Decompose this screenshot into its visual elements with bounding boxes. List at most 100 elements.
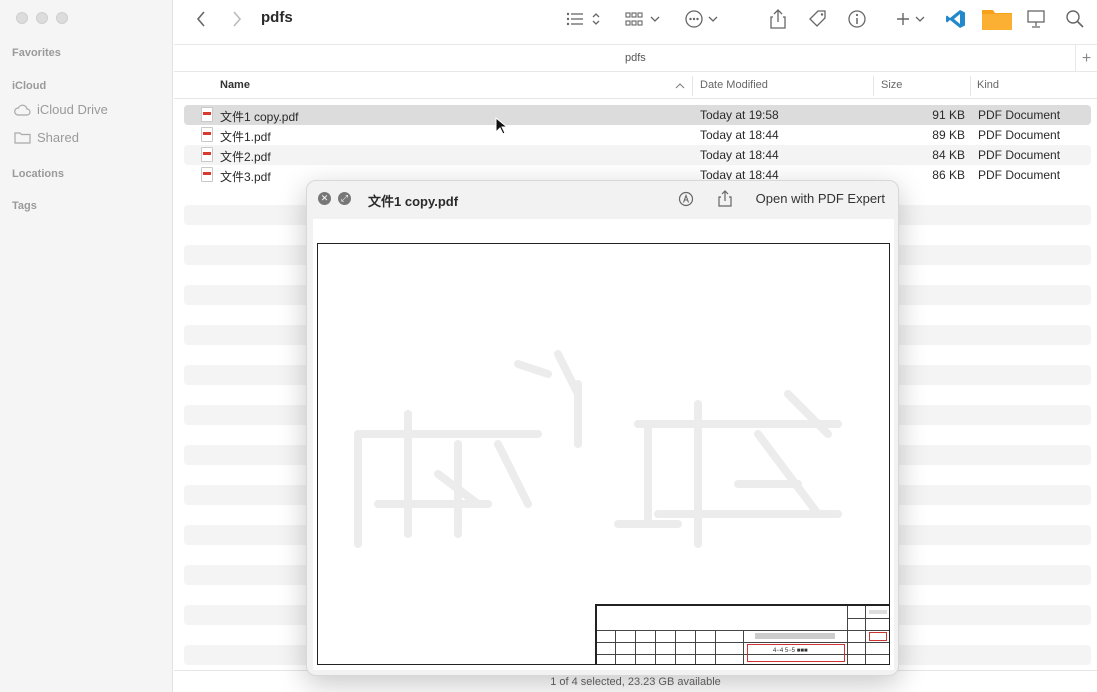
pdf-file-icon — [201, 167, 213, 182]
column-separator[interactable] — [873, 76, 874, 96]
file-size: 86 KB — [932, 168, 965, 182]
column-separator[interactable] — [692, 76, 693, 96]
grid-group-icon — [625, 12, 660, 26]
file-row[interactable]: 文件1 copy.pdf Today at 19:58 91 KB PDF Do… — [184, 105, 1091, 125]
minimize-button[interactable] — [36, 12, 48, 24]
sidebar-item-icloud-drive[interactable]: iCloud Drive — [14, 102, 108, 117]
sidebar-item-shared[interactable]: Shared — [14, 130, 79, 145]
markup-icon[interactable] — [678, 191, 694, 207]
engineering-drawing: 4−4 5−5 ■■■ — [317, 243, 890, 665]
file-name: 文件1 copy.pdf — [220, 110, 299, 124]
tag-icon — [809, 10, 826, 27]
file-kind: PDF Document — [978, 168, 1061, 182]
column-date-modified[interactable]: Date Modified — [700, 79, 768, 91]
sidebar-item-label: iCloud Drive — [37, 102, 108, 117]
column-kind[interactable]: Kind — [977, 79, 999, 91]
open-with-pdf-expert-button[interactable]: Open with PDF Expert — [756, 191, 885, 206]
sidebar-item-label: Shared — [37, 130, 79, 145]
title-block-rule — [615, 630, 616, 664]
file-size: 91 KB — [932, 108, 965, 122]
quicklook-close-button[interactable]: ✕ — [318, 192, 331, 205]
shared-folder-icon — [14, 132, 31, 144]
vscode-icon — [946, 10, 965, 28]
blurred-text — [755, 633, 835, 639]
file-kind: PDF Document — [978, 128, 1061, 142]
file-size: 89 KB — [932, 128, 965, 142]
zoom-button[interactable] — [56, 12, 68, 24]
quicklook-title: 文件1 copy.pdf — [368, 194, 459, 209]
pdf-file-icon — [201, 127, 213, 142]
sidebar: Favorites iCloud iCloud Drive Shared Loc… — [0, 0, 173, 692]
title-block-rule — [847, 618, 889, 619]
sidebar-section-icloud: iCloud — [12, 80, 47, 92]
quicklook-titlebar: ✕ ⤢ 文件1 copy.pdf Open with PDF Expert — [307, 181, 898, 217]
tab-bar: pdfs + — [174, 44, 1097, 72]
new-item-button[interactable] — [896, 8, 928, 30]
folder-app-button[interactable] — [981, 8, 1013, 30]
title-block-rule — [865, 606, 866, 664]
title-block-rule — [635, 630, 636, 664]
tags-button[interactable] — [807, 8, 829, 30]
close-button[interactable] — [16, 12, 28, 24]
more-icon — [685, 10, 718, 28]
search-button[interactable] — [1064, 8, 1086, 30]
title-block-rule — [715, 630, 716, 664]
column-name[interactable]: Name — [220, 79, 250, 91]
title-block-rule — [847, 606, 848, 664]
title-block: 4−4 5−5 ■■■ — [595, 604, 889, 664]
cloud-icon — [14, 104, 31, 116]
share-button[interactable] — [768, 8, 788, 30]
file-row[interactable]: 文件1.pdf Today at 18:44 89 KB PDF Documen… — [184, 125, 1091, 145]
window-controls — [16, 12, 68, 24]
title-block-highlight — [869, 632, 887, 641]
info-button[interactable] — [846, 8, 868, 30]
info-icon — [848, 10, 866, 28]
group-button[interactable] — [624, 8, 662, 30]
column-separator[interactable] — [970, 76, 971, 96]
file-kind: PDF Document — [978, 148, 1061, 162]
sidebar-section-locations: Locations — [12, 168, 64, 180]
file-name: 文件3.pdf — [220, 170, 271, 184]
plus-dropdown-icon — [897, 13, 925, 25]
remote-desktop-button[interactable] — [1025, 8, 1047, 30]
drawing-title: 4−4 5−5 ■■■ — [773, 648, 808, 654]
file-kind: PDF Document — [978, 108, 1061, 122]
file-row[interactable]: 文件2.pdf Today at 18:44 84 KB PDF Documen… — [184, 145, 1091, 165]
file-date: Today at 18:44 — [700, 128, 779, 142]
column-header: Name Date Modified Size Kind — [174, 73, 1097, 99]
title-block-rule — [675, 630, 676, 664]
list-view-icon — [566, 12, 600, 26]
window-title: pdfs — [261, 9, 293, 26]
pdf-file-icon — [201, 147, 213, 162]
sort-ascending-icon — [675, 83, 685, 89]
share-icon — [770, 9, 786, 29]
mouse-pointer-icon — [495, 117, 507, 135]
new-tab-button[interactable]: + — [1075, 45, 1097, 72]
quicklook-panel: ✕ ⤢ 文件1 copy.pdf Open with PDF Expert 4−… — [306, 180, 899, 676]
sidebar-section-tags: Tags — [12, 200, 37, 212]
file-name: 文件2.pdf — [220, 150, 271, 164]
title-block-rule — [743, 630, 744, 664]
pdf-file-icon — [201, 107, 213, 122]
search-icon — [1066, 10, 1084, 28]
monitor-icon — [1027, 10, 1045, 28]
column-size[interactable]: Size — [881, 79, 902, 91]
file-name: 文件1.pdf — [220, 130, 271, 144]
faint-drawing-lines — [354, 350, 842, 548]
chevron-left-icon — [196, 11, 205, 27]
title-block-rule — [695, 630, 696, 664]
vscode-app-button[interactable] — [945, 8, 967, 30]
sidebar-section-favorites: Favorites — [12, 47, 61, 59]
tab-pdfs[interactable]: pdfs — [625, 52, 646, 64]
chevron-right-icon — [233, 11, 242, 27]
view-mode-button[interactable] — [565, 8, 603, 30]
share-icon[interactable] — [718, 190, 732, 207]
back-button[interactable] — [193, 8, 209, 30]
action-button[interactable] — [684, 8, 720, 30]
blurred-text — [869, 610, 887, 614]
folder-icon — [982, 10, 1012, 30]
quicklook-fullscreen-button[interactable]: ⤢ — [338, 192, 351, 205]
file-date: Today at 19:58 — [700, 108, 779, 122]
finder-window: Favorites iCloud iCloud Drive Shared Loc… — [0, 0, 1097, 692]
forward-button[interactable] — [229, 8, 245, 30]
